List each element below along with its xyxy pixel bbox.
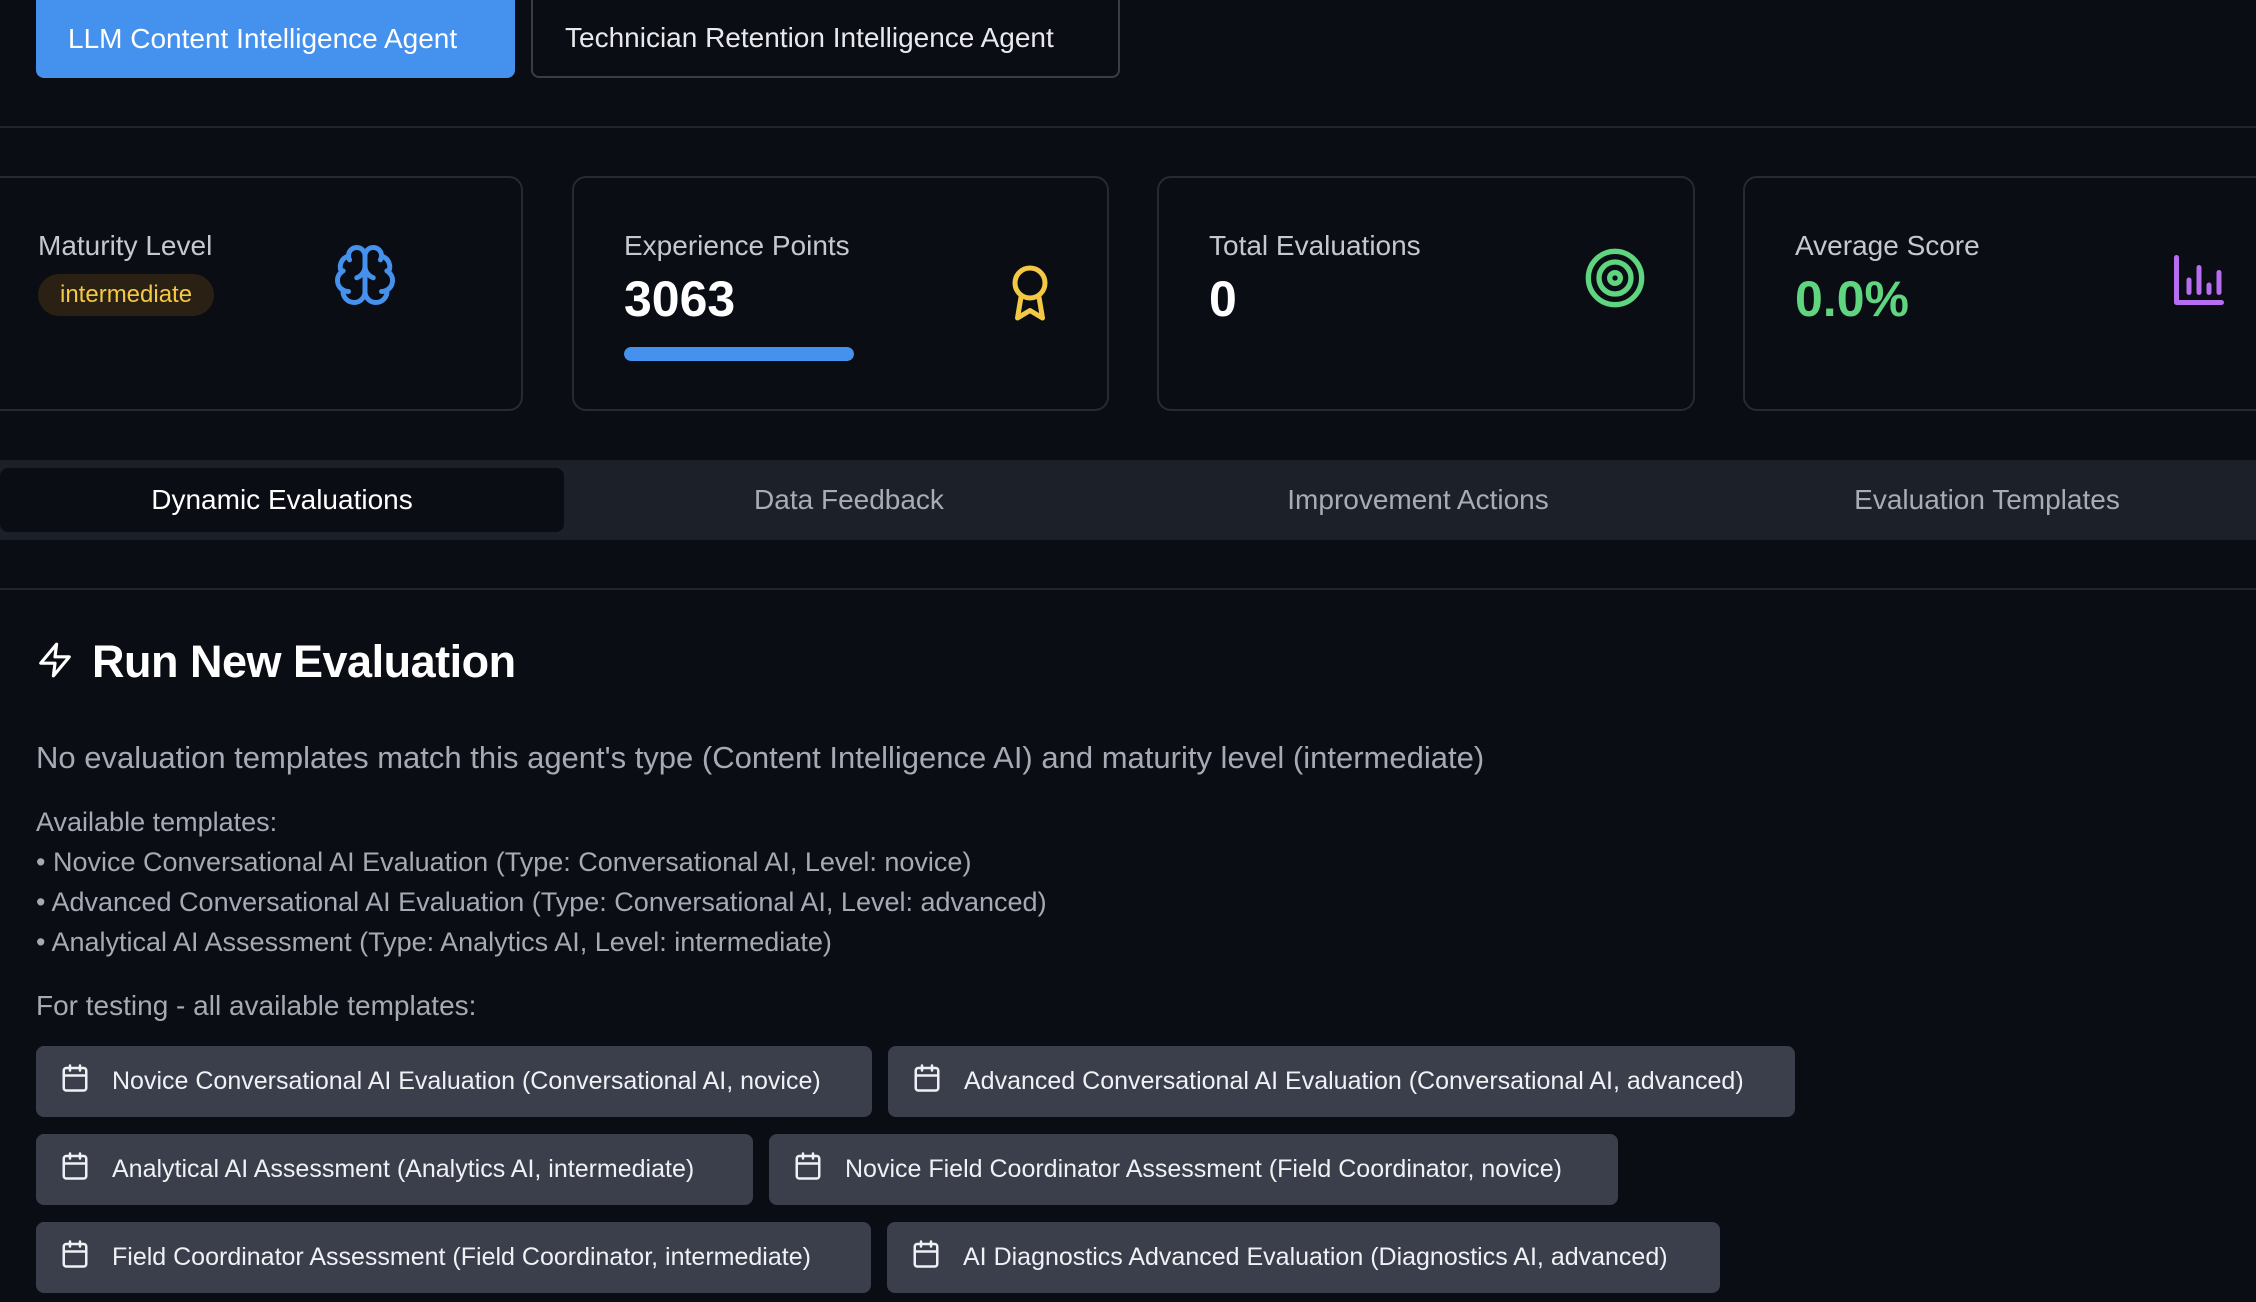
agent-button-technician-retention[interactable]: Technician Retention Intelligence Agent (531, 0, 1120, 78)
calendar-icon (912, 1062, 942, 1101)
experience-points-value: 3063 (624, 271, 736, 327)
no-templates-message: No evaluation templates match this agent… (36, 740, 1485, 775)
template-button-field-coordinator[interactable]: Field Coordinator Assessment (Field Coor… (36, 1222, 871, 1293)
total-evaluations-value: 0 (1209, 271, 1237, 327)
template-button-label: Analytical AI Assessment (Analytics AI, … (112, 1155, 695, 1183)
total-evaluations-label: Total Evaluations (1209, 230, 1421, 261)
template-button-label: Novice Conversational AI Evaluation (Con… (112, 1067, 821, 1095)
zap-icon (36, 639, 74, 686)
calendar-icon (793, 1150, 823, 1189)
average-score-card: Average Score 0.0% (1743, 176, 2256, 411)
tab-dynamic-evaluations[interactable]: Dynamic Evaluations (0, 468, 564, 532)
agent-button-llm-content[interactable]: LLM Content Intelligence Agent (36, 0, 515, 78)
template-button-label: AI Diagnostics Advanced Evaluation (Diag… (963, 1243, 1668, 1271)
template-button-label: Novice Field Coordinator Assessment (Fie… (845, 1155, 1562, 1183)
available-templates: Available templates: • Novice Conversati… (36, 802, 1047, 962)
award-icon (1000, 260, 1060, 331)
template-button-novice-field-coordinator[interactable]: Novice Field Coordinator Assessment (Fie… (769, 1134, 1618, 1205)
maturity-level-label: Maturity Level (38, 230, 213, 261)
divider (0, 126, 2256, 128)
bar-chart-icon (2169, 250, 2229, 315)
template-button-ai-diagnostics[interactable]: AI Diagnostics Advanced Evaluation (Diag… (887, 1222, 1720, 1293)
agent-selector: LLM Content Intelligence Agent Technicia… (36, 0, 1120, 78)
template-button-label: Field Coordinator Assessment (Field Coor… (112, 1243, 811, 1271)
target-icon (1583, 246, 1647, 315)
available-template-item: • Novice Conversational AI Evaluation (T… (36, 847, 972, 877)
calendar-icon (60, 1150, 90, 1189)
available-template-item: • Analytical AI Assessment (Type: Analyt… (36, 927, 832, 957)
template-button-analytical-ai[interactable]: Analytical AI Assessment (Analytics AI, … (36, 1134, 753, 1205)
calendar-icon (911, 1238, 941, 1277)
testing-label: For testing - all available templates: (36, 990, 477, 1021)
divider (0, 588, 2256, 590)
average-score-value: 0.0% (1795, 271, 1909, 327)
evaluation-tabs: Dynamic Evaluations Data Feedback Improv… (0, 460, 2256, 540)
experience-progress-fill (624, 347, 854, 361)
template-button-label: Advanced Conversational AI Evaluation (C… (964, 1067, 1744, 1095)
tab-evaluation-templates[interactable]: Evaluation Templates (1702, 468, 2256, 532)
brain-icon (332, 242, 398, 313)
section-header: Run New Evaluation (36, 636, 516, 688)
tab-improvement-actions[interactable]: Improvement Actions (1134, 468, 1702, 532)
experience-points-label: Experience Points (624, 230, 850, 261)
available-templates-heading: Available templates: (36, 807, 278, 837)
template-button-novice-conversational[interactable]: Novice Conversational AI Evaluation (Con… (36, 1046, 872, 1117)
total-evaluations-card: Total Evaluations 0 (1157, 176, 1695, 411)
average-score-label: Average Score (1795, 230, 1980, 261)
tab-data-feedback[interactable]: Data Feedback (564, 468, 1134, 532)
calendar-icon (60, 1062, 90, 1101)
experience-progress-bar (624, 347, 854, 361)
available-template-item: • Advanced Conversational AI Evaluation … (36, 887, 1047, 917)
experience-points-card: Experience Points 3063 (572, 176, 1109, 411)
calendar-icon (60, 1238, 90, 1277)
maturity-level-badge: intermediate (38, 274, 215, 316)
template-button-advanced-conversational[interactable]: Advanced Conversational AI Evaluation (C… (888, 1046, 1795, 1117)
maturity-level-card: Maturity Level intermediate (0, 176, 523, 411)
section-title: Run New Evaluation (92, 636, 516, 687)
